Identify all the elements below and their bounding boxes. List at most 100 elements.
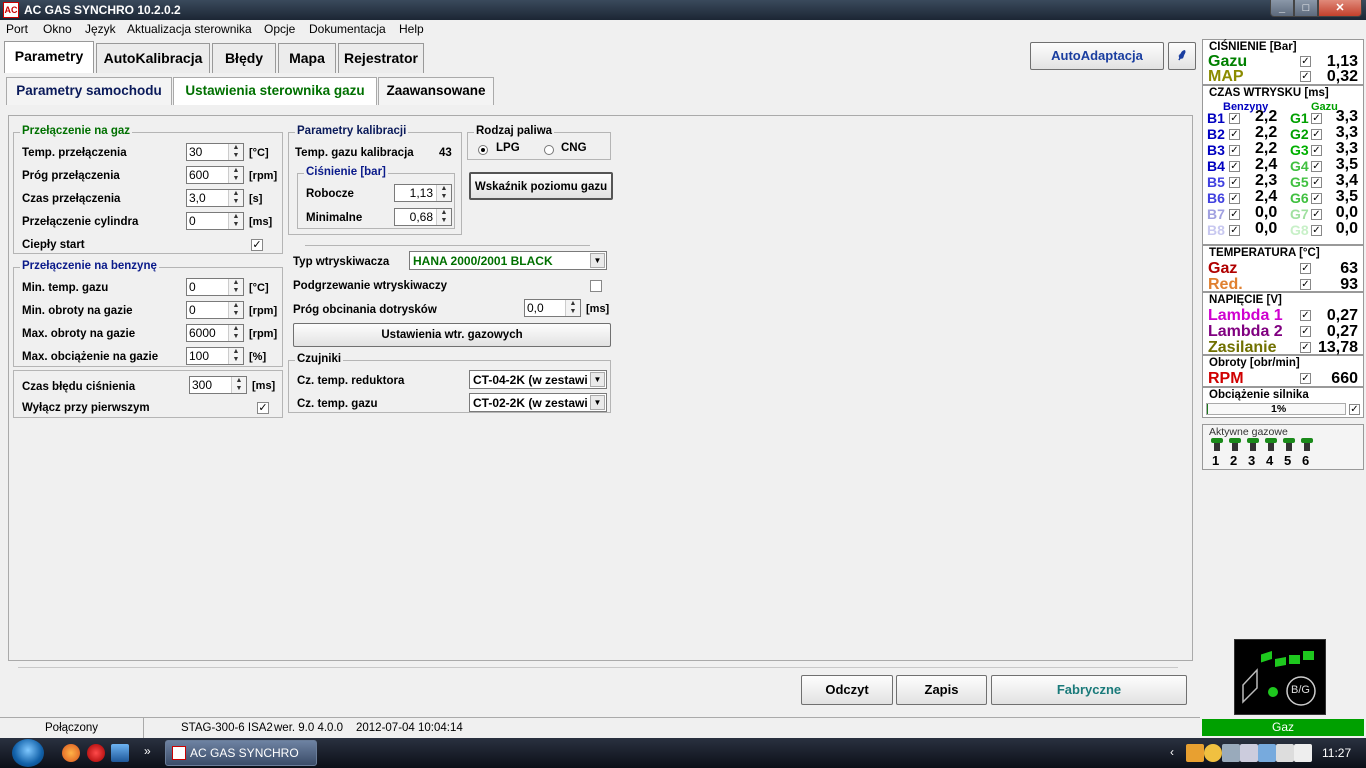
gas-injector-checkbox[interactable]: ✓ xyxy=(1311,177,1322,188)
spin-arrows-icon[interactable]: ▲ ▼ xyxy=(228,279,243,295)
switch-time-input[interactable]: 3,0 ▲ ▼ xyxy=(186,189,244,207)
tab-rejestrator[interactable]: Rejestrator xyxy=(338,43,424,73)
petrol-injector-checkbox[interactable]: ✓ xyxy=(1229,161,1240,172)
switch-temp-input[interactable]: 30 ▲ ▼ xyxy=(186,143,244,161)
autoadaptacja-button[interactable]: AutoAdaptacja xyxy=(1030,42,1164,70)
pressure-error-input[interactable]: 300 ▲ ▼ xyxy=(189,376,247,394)
firefox-icon[interactable] xyxy=(62,744,80,762)
gas-injector-checkbox[interactable]: ✓ xyxy=(1311,161,1322,172)
cutoff-input[interactable]: 0,0 ▲ ▼ xyxy=(524,299,581,317)
gas-pressure-checkbox[interactable]: ✓ xyxy=(1300,56,1311,67)
petrol-injector-checkbox[interactable]: ✓ xyxy=(1229,129,1240,140)
maximize-button[interactable]: □ xyxy=(1294,0,1318,17)
petrol-injector-checkbox[interactable]: ✓ xyxy=(1229,209,1240,220)
bg-switch-panel[interactable]: B/G xyxy=(1234,639,1326,715)
spin-arrows-icon[interactable]: ▲ ▼ xyxy=(228,302,243,318)
spin-arrows-icon[interactable]: ▲ ▼ xyxy=(228,348,243,364)
lpg-radio[interactable] xyxy=(478,145,488,155)
read-button[interactable]: Odczyt xyxy=(801,675,893,705)
menu-opcje[interactable]: Opcje xyxy=(264,22,295,36)
tray-monitor-icon[interactable] xyxy=(1258,744,1276,762)
chevron-down-icon[interactable]: ▼ xyxy=(590,253,605,268)
lambda2-checkbox[interactable]: ✓ xyxy=(1300,326,1311,337)
spin-arrows-icon[interactable]: ▲ ▼ xyxy=(228,190,243,206)
gas-temp-checkbox[interactable]: ✓ xyxy=(1300,263,1311,274)
menu-jezyk[interactable]: Język xyxy=(85,22,116,36)
tray-update-icon[interactable] xyxy=(1204,744,1222,762)
show-desktop-icon[interactable] xyxy=(111,744,129,762)
tray-app-icon[interactable] xyxy=(1186,744,1204,762)
spin-arrows-icon[interactable]: ▲ ▼ xyxy=(565,300,580,316)
min-gas-temp-input[interactable]: 0 ▲ ▼ xyxy=(186,278,244,296)
minimal-pressure-input[interactable]: 0,68 ▲ ▼ xyxy=(394,208,452,226)
gas-injector-checkbox[interactable]: ✓ xyxy=(1311,145,1322,156)
save-button[interactable]: Zapis xyxy=(896,675,987,705)
gas-injector-checkbox[interactable]: ✓ xyxy=(1311,129,1322,140)
spin-arrows-icon[interactable]: ▲ ▼ xyxy=(436,209,451,225)
cylinder-switch-input[interactable]: 0 ▲ ▼ xyxy=(186,212,244,230)
menu-dokumentacja[interactable]: Dokumentacja xyxy=(309,22,386,36)
load-checkbox[interactable]: ✓ xyxy=(1349,404,1360,415)
gas-injector-settings-button[interactable]: Ustawienia wtr. gazowych xyxy=(293,323,611,347)
lambda1-checkbox[interactable]: ✓ xyxy=(1300,310,1311,321)
chevron-right-icon[interactable]: » xyxy=(144,744,151,758)
switch-threshold-input[interactable]: 600 ▲ ▼ xyxy=(186,166,244,184)
volume-icon[interactable] xyxy=(1294,744,1312,762)
chevron-down-icon[interactable]: ▼ xyxy=(590,395,605,410)
warm-start-checkbox[interactable]: ✓ xyxy=(251,239,263,251)
minimize-button[interactable]: _ xyxy=(1270,0,1294,17)
spin-arrows-icon[interactable]: ▲ ▼ xyxy=(436,185,451,201)
menu-aktualizacja[interactable]: Aktualizacja sterownika xyxy=(127,22,252,36)
gas-level-button[interactable]: Wskaźnik poziomu gazu xyxy=(469,172,613,200)
max-load-input[interactable]: 100 ▲ ▼ xyxy=(186,347,244,365)
gas-injector-checkbox[interactable]: ✓ xyxy=(1311,193,1322,204)
reducer-sensor-select[interactable]: CT-04-2K (w zestawi ▼ xyxy=(469,370,607,389)
map-pressure-checkbox[interactable]: ✓ xyxy=(1300,71,1311,82)
supply-checkbox[interactable]: ✓ xyxy=(1300,342,1311,353)
injector-type-select[interactable]: HANA 2000/2001 BLACK ▼ xyxy=(409,251,607,270)
spin-arrows-icon[interactable]: ▲ ▼ xyxy=(228,213,243,229)
spin-arrows-icon[interactable]: ▲ ▼ xyxy=(228,325,243,341)
subtab-parametry-samochodu[interactable]: Parametry samochodu xyxy=(6,77,172,105)
max-rpm-input[interactable]: 6000 ▲ ▼ xyxy=(186,324,244,342)
menu-okno[interactable]: Okno xyxy=(43,22,72,36)
subtab-zaawansowane[interactable]: Zaawansowane xyxy=(378,77,494,105)
gas-injector-checkbox[interactable]: ✓ xyxy=(1311,113,1322,124)
spin-arrows-icon[interactable]: ▲ ▼ xyxy=(228,144,243,160)
reducer-temp-checkbox[interactable]: ✓ xyxy=(1300,279,1311,290)
petrol-injector-checkbox[interactable]: ✓ xyxy=(1229,225,1240,236)
subtab-ustawienia-sterownika[interactable]: Ustawienia sterownika gazu xyxy=(173,77,377,105)
first-off-checkbox[interactable]: ✓ xyxy=(257,402,269,414)
spin-arrows-icon[interactable]: ▲ ▼ xyxy=(231,377,246,393)
tray-device-icon[interactable] xyxy=(1240,744,1258,762)
tab-mapa[interactable]: Mapa xyxy=(278,43,336,73)
cng-radio[interactable] xyxy=(544,145,554,155)
tab-bledy[interactable]: Błędy xyxy=(212,43,276,73)
menu-help[interactable]: Help xyxy=(399,22,424,36)
petrol-injector-checkbox[interactable]: ✓ xyxy=(1229,113,1240,124)
rpm-checkbox[interactable]: ✓ xyxy=(1300,373,1311,384)
tab-parametry[interactable]: Parametry xyxy=(4,41,94,73)
tray-security-icon[interactable] xyxy=(1276,744,1294,762)
info-icon[interactable]: ⸙ xyxy=(1168,42,1196,70)
petrol-injector-checkbox[interactable]: ✓ xyxy=(1229,145,1240,156)
factory-button[interactable]: Fabryczne xyxy=(991,675,1187,705)
gas-sensor-select[interactable]: CT-02-2K (w zestawi ▼ xyxy=(469,393,607,412)
gas-injector-checkbox[interactable]: ✓ xyxy=(1311,225,1322,236)
gas-injector-checkbox[interactable]: ✓ xyxy=(1311,209,1322,220)
tray-network-icon[interactable] xyxy=(1222,744,1240,762)
chevron-left-icon[interactable]: ‹ xyxy=(1170,745,1174,759)
petrol-injector-checkbox[interactable]: ✓ xyxy=(1229,177,1240,188)
taskbar-app-item[interactable]: AC GAS SYNCHRO xyxy=(165,740,317,766)
chevron-down-icon[interactable]: ▼ xyxy=(590,372,605,387)
tab-autokalibracja[interactable]: AutoKalibracja xyxy=(96,43,210,73)
opera-icon[interactable] xyxy=(87,744,105,762)
petrol-injector-checkbox[interactable]: ✓ xyxy=(1229,193,1240,204)
menu-port[interactable]: Port xyxy=(6,22,28,36)
windows-start-icon[interactable] xyxy=(12,739,44,767)
spin-arrows-icon[interactable]: ▲ ▼ xyxy=(228,167,243,183)
min-rpm-input[interactable]: 0 ▲ ▼ xyxy=(186,301,244,319)
close-button[interactable]: ✕ xyxy=(1318,0,1362,17)
injector-heating-checkbox[interactable] xyxy=(590,280,602,292)
working-pressure-input[interactable]: 1,13 ▲ ▼ xyxy=(394,184,452,202)
